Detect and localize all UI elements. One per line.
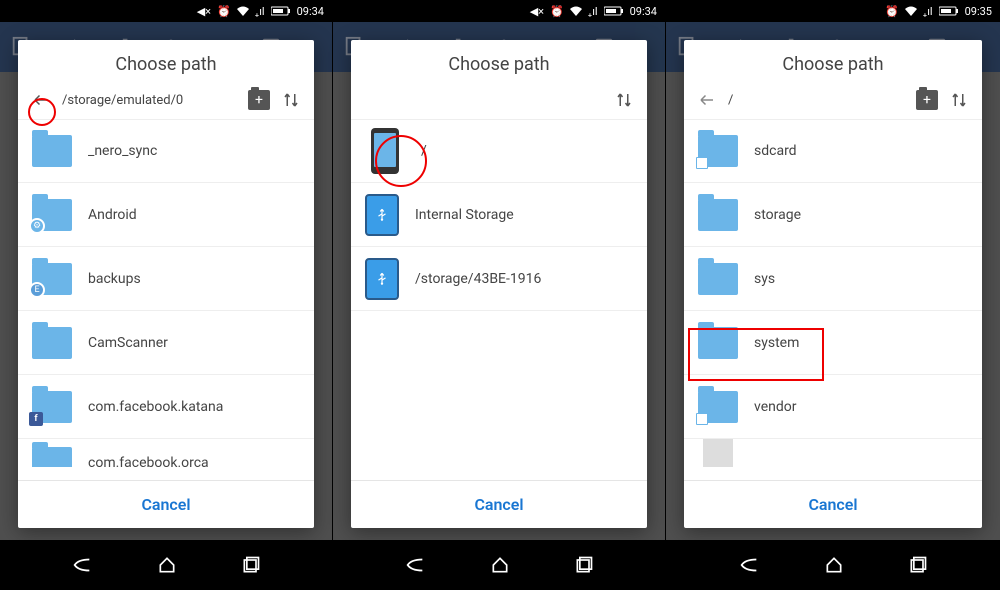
usb-icon bbox=[365, 258, 399, 300]
path-row bbox=[351, 85, 647, 119]
folder-list[interactable]: _nero_sync ⚙Android Ebackups CamScanner … bbox=[18, 119, 314, 480]
cancel-button[interactable]: Cancel bbox=[141, 495, 190, 514]
dialog-title: Choose path bbox=[351, 40, 647, 85]
status-bar: ◀× ⏰ ₊ıl 09:34 bbox=[333, 0, 665, 22]
status-bar: ◀× ⏰ ₊ıl 09:34 bbox=[0, 0, 332, 22]
nav-recent-icon[interactable] bbox=[908, 555, 928, 575]
list-item[interactable]: storage bbox=[684, 183, 982, 247]
alarm-icon: ⏰ bbox=[885, 5, 899, 18]
clock-text: 09:34 bbox=[297, 5, 324, 18]
path-row: / + bbox=[684, 85, 982, 119]
nav-bar bbox=[333, 540, 665, 590]
item-label: com.facebook.orca bbox=[88, 455, 209, 467]
signal-icon: ₊ıl bbox=[923, 5, 933, 18]
back-arrow-button[interactable] bbox=[696, 89, 718, 111]
nav-bar bbox=[666, 540, 1000, 590]
nav-bar bbox=[0, 540, 332, 590]
dialog-title: Choose path bbox=[684, 40, 982, 85]
choose-path-dialog: Choose path / + sdcard storage sys syste… bbox=[684, 40, 982, 528]
wifi-icon bbox=[570, 6, 582, 16]
list-item[interactable]: sys bbox=[684, 247, 982, 311]
battery-icon bbox=[271, 6, 291, 16]
alarm-icon: ⏰ bbox=[217, 5, 231, 18]
nav-recent-icon[interactable] bbox=[241, 555, 261, 575]
choose-path-dialog: Choose path /storage/emulated/0 + _nero_… bbox=[18, 40, 314, 528]
phone-icon bbox=[371, 128, 399, 174]
item-label: sdcard bbox=[754, 143, 797, 159]
current-path: /storage/emulated/0 bbox=[62, 93, 238, 108]
storage-list[interactable]: / Internal Storage /storage/43BE-1916 bbox=[351, 119, 647, 480]
nav-back-icon[interactable] bbox=[738, 554, 760, 576]
status-bar: ⏰ ₊ıl 09:35 bbox=[666, 0, 1000, 22]
battery-icon bbox=[604, 6, 624, 16]
item-label: _nero_sync bbox=[88, 143, 157, 159]
screen-3: ⏰ ₊ıl 09:35 Choose path / + sdcard stora… bbox=[666, 0, 1000, 590]
wifi-icon bbox=[905, 6, 917, 16]
item-label: sys bbox=[754, 271, 775, 287]
list-item[interactable]: sdcard bbox=[684, 119, 982, 183]
list-item[interactable]: /storage/43BE-1916 bbox=[351, 247, 647, 311]
back-arrow-button[interactable] bbox=[30, 89, 52, 111]
new-folder-button[interactable]: + bbox=[916, 90, 938, 110]
nav-back-icon[interactable] bbox=[71, 554, 93, 576]
list-item[interactable]: _nero_sync bbox=[18, 119, 314, 183]
list-item[interactable]: ⚙Android bbox=[18, 183, 314, 247]
clock-text: 09:34 bbox=[630, 5, 657, 18]
nav-recent-icon[interactable] bbox=[574, 555, 594, 575]
item-label: backups bbox=[88, 271, 141, 287]
current-path: / bbox=[728, 93, 906, 108]
item-label: vendor bbox=[754, 399, 796, 415]
item-label: storage bbox=[754, 207, 801, 223]
clock-text: 09:35 bbox=[965, 5, 992, 18]
wifi-icon bbox=[237, 6, 249, 16]
list-item[interactable] bbox=[684, 439, 982, 467]
list-item[interactable]: / bbox=[351, 119, 647, 183]
nav-home-icon[interactable] bbox=[490, 555, 510, 575]
choose-path-dialog: Choose path / Internal Storage /storage/… bbox=[351, 40, 647, 528]
cancel-button[interactable]: Cancel bbox=[474, 495, 523, 514]
item-label: Android bbox=[88, 207, 137, 223]
list-item[interactable]: Internal Storage bbox=[351, 183, 647, 247]
nav-back-icon[interactable] bbox=[404, 554, 426, 576]
file-icon bbox=[703, 439, 733, 467]
folder-list[interactable]: sdcard storage sys system vendor bbox=[684, 119, 982, 480]
list-item[interactable]: Ebackups bbox=[18, 247, 314, 311]
list-item[interactable]: fcom.facebook.katana bbox=[18, 375, 314, 439]
sort-button[interactable] bbox=[613, 89, 635, 111]
sort-button[interactable] bbox=[948, 89, 970, 111]
signal-icon: ₊ıl bbox=[255, 5, 265, 18]
list-item[interactable]: CamScanner bbox=[18, 311, 314, 375]
item-label: Internal Storage bbox=[415, 207, 514, 223]
new-folder-button[interactable]: + bbox=[248, 90, 270, 110]
path-row: /storage/emulated/0 + bbox=[18, 85, 314, 119]
item-label: CamScanner bbox=[88, 335, 168, 351]
list-item[interactable]: system bbox=[684, 311, 982, 375]
screen-2: ◀× ⏰ ₊ıl 09:34 Choose path / Internal St… bbox=[333, 0, 666, 590]
list-item[interactable]: vendor bbox=[684, 375, 982, 439]
usb-icon bbox=[365, 194, 399, 236]
alarm-icon: ⏰ bbox=[550, 5, 564, 18]
volume-mute-icon: ◀× bbox=[197, 5, 211, 18]
item-label: /storage/43BE-1916 bbox=[415, 271, 541, 287]
nav-home-icon[interactable] bbox=[824, 555, 844, 575]
battery-icon bbox=[939, 6, 959, 16]
screen-1: ◀× ⏰ ₊ıl 09:34 Choose path /storage/emul… bbox=[0, 0, 333, 590]
volume-mute-icon: ◀× bbox=[530, 5, 544, 18]
item-label: / bbox=[421, 143, 427, 159]
nav-home-icon[interactable] bbox=[157, 555, 177, 575]
item-label: system bbox=[754, 335, 799, 351]
list-item[interactable]: com.facebook.orca bbox=[18, 439, 314, 467]
signal-icon: ₊ıl bbox=[588, 5, 598, 18]
item-label: com.facebook.katana bbox=[88, 399, 223, 415]
sort-button[interactable] bbox=[280, 89, 302, 111]
cancel-button[interactable]: Cancel bbox=[808, 495, 857, 514]
dialog-title: Choose path bbox=[18, 40, 314, 85]
